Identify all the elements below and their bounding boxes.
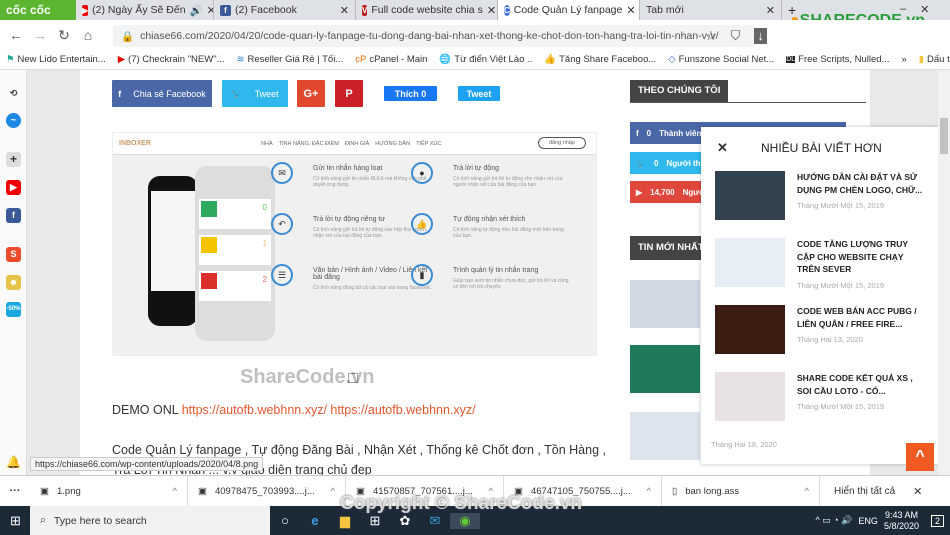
search-icon: ⌕ xyxy=(40,514,46,526)
bookmark-item[interactable]: DL Free Scripts, Nulled... xyxy=(786,54,889,65)
feature-item: ● Trả lời tự động Có tính năng gửi trả lời… xyxy=(411,162,573,188)
download-item[interactable]: ▯ ban long.ass ^ xyxy=(662,475,820,507)
game-icon[interactable]: ☻ xyxy=(6,275,21,290)
forward-button[interactable]: → xyxy=(28,27,52,43)
article-screenshot: INBOXER NHÀ TÍNH NĂNG, ĐẶC ĐIỂM ĐỊNH GIÁ HƯ… xyxy=(112,132,597,356)
screenshot-menu: NHÀ TÍNH NĂNG, ĐẶC ĐIỂM ĐỊNH GIÁ HƯỚNG DẪN T… xyxy=(261,141,442,147)
share-twitter-button[interactable]: 🐦 Tweet xyxy=(222,80,288,107)
star-icon[interactable]: ☆ xyxy=(705,28,717,44)
close-tab-icon[interactable]: ✕ xyxy=(766,4,775,17)
youtube-icon: ▶ xyxy=(82,4,89,16)
close-window-button[interactable]: ✕ xyxy=(920,3,929,16)
feature-item: 👍 Tự động nhận xét thích Có tính năng tự đ… xyxy=(411,213,573,239)
download-icon[interactable]: ↓ xyxy=(754,28,767,44)
bookmark-item[interactable]: ▶ (7) Checkrain "NEW"... xyxy=(118,54,225,65)
file-icon: ▣ xyxy=(198,485,207,497)
bookmark-item[interactable]: ◇ Funszone Social Net... xyxy=(668,54,774,65)
download-item[interactable]: ▣ 40978475_703993....j... ^ xyxy=(188,475,346,507)
coccoc-logo[interactable]: cốc cốc xyxy=(0,0,76,20)
taskbar-search[interactable]: ⌕ Type here to search xyxy=(30,506,270,535)
status-url-tooltip: https://chiase66.com/wp-content/uploads/… xyxy=(30,457,264,471)
screenshot-login: đăng nhập xyxy=(538,137,586,149)
tweet-button[interactable]: Tweet xyxy=(458,86,500,101)
close-downloads-icon[interactable]: ✕ xyxy=(913,485,922,498)
tab-facebook[interactable]: f (2) Facebook ✕ xyxy=(214,0,356,20)
back-button[interactable]: ← xyxy=(4,27,28,43)
share-gplus-button[interactable]: G+ xyxy=(297,80,325,107)
copyright-watermark: Copyright © ShareCode.vn xyxy=(340,493,583,514)
url-actions: ☆ ⛉ ↓ xyxy=(705,28,767,44)
site-icon: V xyxy=(362,4,368,16)
lock-icon: 🔒 xyxy=(121,30,135,43)
share-pinterest-button[interactable]: P xyxy=(335,80,363,107)
bookmark-item[interactable]: ⚑ New Lido Entertain... xyxy=(6,54,106,65)
sharecode-watermark: ShareCode.vn xyxy=(240,366,375,388)
windows-start-icon[interactable]: ⊞ xyxy=(10,513,21,529)
close-tab-icon[interactable]: ✕ xyxy=(487,4,496,17)
tab-code-quan-ly[interactable]: C Code Quản Lý fanpage ✕ xyxy=(498,0,640,20)
scroll-to-top-button[interactable]: ^ xyxy=(906,443,934,471)
bookmarks-bar: ⚑ New Lido Entertain... ▶ (7) Checkrain "N… xyxy=(0,50,950,70)
tab-youtube[interactable]: ▶(2) Ngày Ấy Sẽ Đến🔊✕ xyxy=(76,0,214,20)
more-posts-popup: ✕ NHIỀU BÀI VIẾT HƠN HƯỚNG DẪN CÀI ĐẶT V… xyxy=(701,127,938,464)
follow-widget-title: THEO CHÚNG TÔI xyxy=(630,80,729,102)
article-paragraph: Code Quản Lý fanpage , Tự động Đăng Bài … xyxy=(112,443,606,457)
download-item[interactable]: ▣ 1.png ^ xyxy=(30,475,188,507)
history-icon[interactable]: ⟲ xyxy=(6,86,21,101)
demo-link[interactable]: https://autofb.webhnn.xyz/ https://autof… xyxy=(182,403,476,417)
file-icon: ▣ xyxy=(40,485,49,497)
more-icon[interactable]: ··· xyxy=(0,485,30,497)
reload-button[interactable]: ↻ xyxy=(52,27,76,44)
latest-date: Tháng Hai 18, 2020 xyxy=(711,440,777,449)
youtube-icon[interactable]: ▶ xyxy=(6,180,21,195)
latest-thumb[interactable] xyxy=(630,280,700,328)
system-tray: ^ ▭ ◔ 🔊 ENG 9:43 AM 5/8/2020 2 xyxy=(816,510,950,532)
facebook-like-button[interactable]: Thích 0 xyxy=(384,86,437,101)
phone-front: 0 1 2 xyxy=(195,166,275,341)
bookmark-item[interactable]: 👍 Tăng Share Faceboo... xyxy=(544,54,656,65)
latest-thumb[interactable] xyxy=(630,345,700,393)
bookmarks-more[interactable]: » xyxy=(901,54,906,65)
screenshot-header: INBOXER NHÀ TÍNH NĂNG, ĐẶC ĐIỂM ĐỊNH GIÁ HƯ… xyxy=(113,133,596,155)
task-view-icon[interactable]: ○ xyxy=(270,513,300,528)
shopee-icon[interactable]: S xyxy=(6,247,21,262)
notification-bell-icon[interactable]: 🔔 xyxy=(6,455,21,470)
bookmark-item[interactable]: ≋ Reseller Giá Rẻ | Tối... xyxy=(237,54,344,65)
latest-widget-title: TIN MỚI NHẤT xyxy=(630,236,712,260)
close-tab-icon[interactable]: ✕ xyxy=(626,4,635,17)
shield-icon[interactable]: ⛉ xyxy=(731,28,741,44)
popup-title: NHIỀU BÀI VIẾT HƠN xyxy=(761,141,882,155)
tiki-icon[interactable]: -50% xyxy=(6,302,21,317)
close-tab-icon[interactable]: ✕ xyxy=(207,4,213,17)
facebook-icon: f xyxy=(220,4,231,16)
tab-full-code[interactable]: V Full code website chia s ✕ xyxy=(356,0,498,20)
facebook-icon[interactable]: f xyxy=(6,208,21,223)
feature-item: ▮ Trình quản lý tin nhắn trang Giúp bạn xe… xyxy=(411,264,573,290)
show-all-downloads[interactable]: Hiển thị tất cả xyxy=(834,486,895,497)
add-icon[interactable]: + xyxy=(6,152,21,167)
bookmark-item[interactable]: cP cPanel - Main xyxy=(355,54,427,65)
minimize-button[interactable]: – xyxy=(900,3,906,16)
edge-icon[interactable]: e xyxy=(300,513,330,528)
speaker-icon: 🔊 xyxy=(189,4,203,17)
coccoc-icon: C xyxy=(504,4,510,16)
share-facebook-button[interactable]: f Chia sẻ Facebook xyxy=(112,80,212,107)
close-tab-icon[interactable]: ✕ xyxy=(340,4,349,17)
demo-line: DEMO ONL https://autofb.webhnn.xyz/ http… xyxy=(112,403,476,417)
tab-new[interactable]: Tab mới ✕ xyxy=(640,0,782,20)
inboxer-logo: INBOXER xyxy=(119,140,151,147)
home-button[interactable]: ⌂ xyxy=(76,27,100,43)
page-scrollbar[interactable] xyxy=(938,70,950,475)
messenger-icon[interactable]: ~ xyxy=(6,113,21,128)
close-popup-icon[interactable]: ✕ xyxy=(717,140,728,156)
other-bookmarks[interactable]: ▮Dấu trang khác xyxy=(919,54,950,65)
window-controls: – ✕ xyxy=(900,3,929,16)
file-icon: ▯ xyxy=(672,485,678,497)
phone-back xyxy=(148,176,198,326)
bookmark-item[interactable]: 🌐 Từ điển Việt Lào .. xyxy=(439,54,532,65)
browser-sidebar: ⟲ ~ + ▶ f S ☻ -50% 🔔 xyxy=(0,70,27,475)
latest-thumb[interactable] xyxy=(630,412,700,460)
notification-center-icon[interactable]: 2 xyxy=(930,514,944,527)
url-field[interactable]: 🔒 chiase66.com/2020/04/20/code-quan-ly-fa… xyxy=(113,25,755,47)
